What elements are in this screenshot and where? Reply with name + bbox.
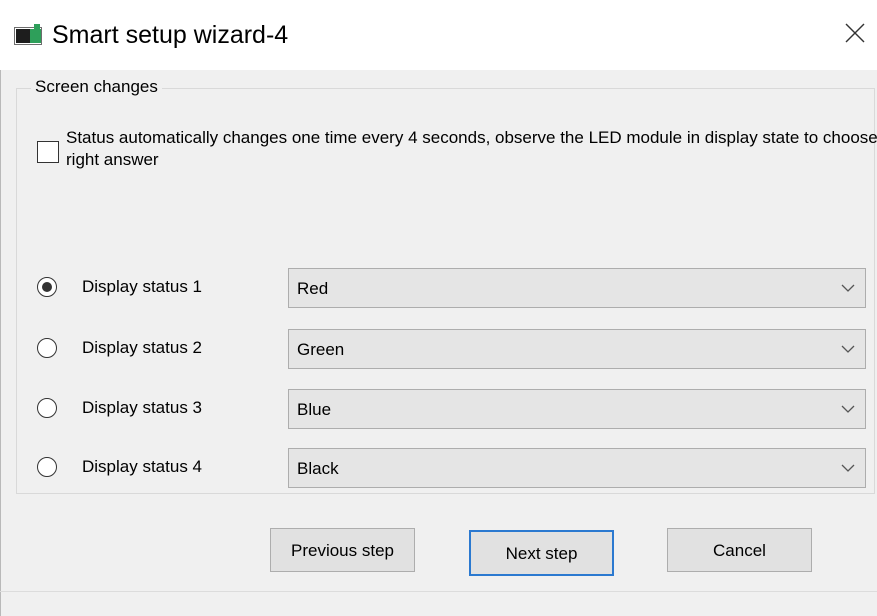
bottom-divider [0, 591, 877, 592]
chevron-down-icon [841, 345, 855, 353]
window-left-border [0, 70, 1, 616]
auto-change-checkbox[interactable] [37, 141, 59, 163]
status-1-value: Red [297, 279, 329, 298]
window-title: Smart setup wizard-4 [52, 21, 289, 49]
status-1-radio[interactable] [37, 277, 57, 297]
status-3-radio[interactable] [37, 398, 57, 418]
status-2-label: Display status 2 [82, 338, 202, 357]
status-4-radio[interactable] [37, 457, 57, 477]
status-3-label: Display status 3 [82, 398, 202, 417]
status-4-select[interactable]: Black [288, 448, 866, 488]
next-step-label: Next step [505, 544, 578, 563]
close-button[interactable] [833, 10, 877, 60]
screen-changes-group: Screen changes Status automatically chan… [16, 75, 877, 494]
status-row-4: Display status 4 Black [37, 448, 877, 488]
status-1-select[interactable]: Red [288, 268, 866, 308]
status-2-value: Green [297, 340, 345, 359]
auto-change-label: Status automatically changes one time ev… [66, 128, 877, 169]
chevron-down-icon [841, 464, 855, 472]
status-row-2: Display status 2 Green [37, 329, 877, 369]
cancel-label: Cancel [713, 541, 766, 560]
next-step-button[interactable]: Next step [469, 530, 614, 576]
status-4-value: Black [297, 459, 339, 478]
cancel-button[interactable]: Cancel [667, 528, 812, 572]
status-4-label: Display status 4 [82, 457, 202, 476]
previous-step-label: Previous step [291, 541, 394, 560]
chevron-down-icon [841, 405, 855, 413]
group-legend: Screen changes [31, 75, 162, 99]
chevron-down-icon [841, 284, 855, 292]
status-2-select[interactable]: Green [288, 329, 866, 369]
status-2-radio[interactable] [37, 338, 57, 358]
close-icon [845, 23, 865, 43]
previous-step-button[interactable]: Previous step [270, 528, 415, 572]
status-1-label: Display status 1 [82, 277, 202, 296]
status-3-value: Blue [297, 400, 332, 419]
status-3-select[interactable]: Blue [288, 389, 866, 429]
app-window-icon [14, 24, 42, 45]
title-bar: Smart setup wizard-4 [0, 0, 877, 70]
status-row-3: Display status 3 Blue [37, 389, 877, 429]
status-row-1: Display status 1 Red [37, 268, 877, 308]
